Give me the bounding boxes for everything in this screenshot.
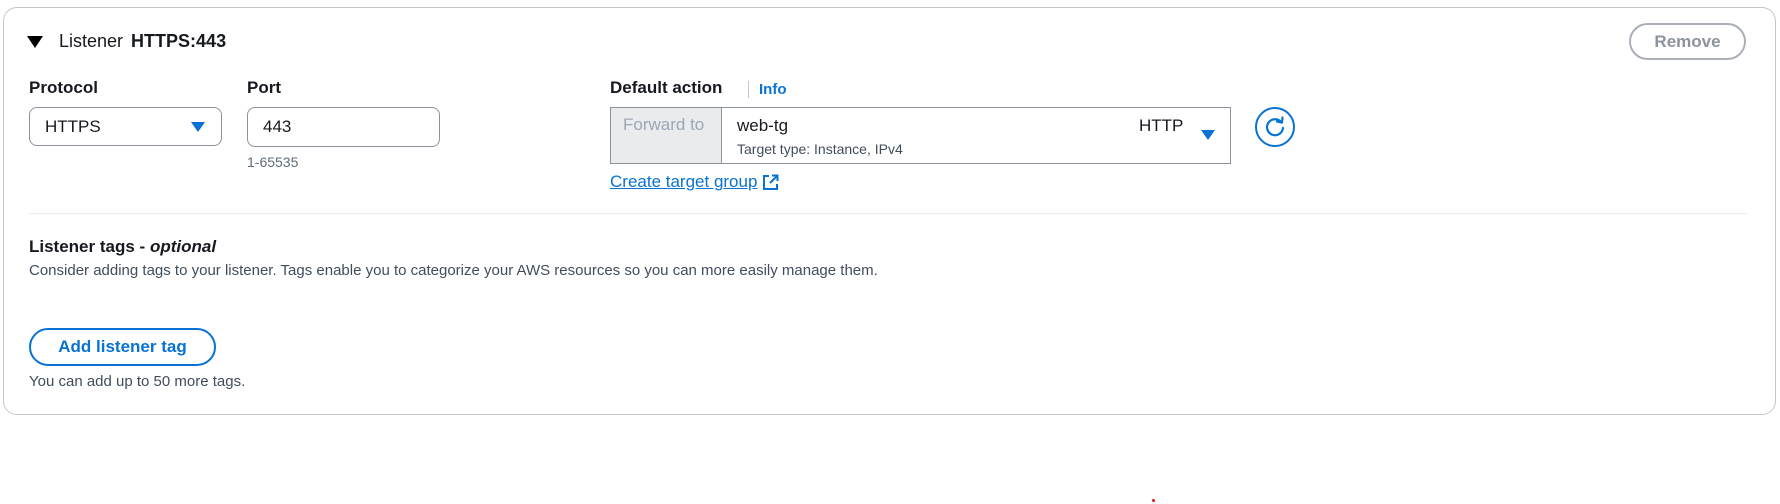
cursor-dot [1152, 499, 1155, 502]
target-group-subtitle: Target type: Instance, IPv4 [737, 141, 903, 157]
port-hint: 1-65535 [247, 154, 299, 170]
external-link-icon [762, 174, 779, 191]
port-label: Port [247, 78, 281, 97]
tags-title-text: Listener tags - [29, 237, 146, 256]
refresh-icon [1265, 116, 1285, 137]
remove-button[interactable]: Remove [1629, 23, 1746, 60]
default-action-label: Default action [610, 78, 723, 97]
caret-down-icon[interactable] [27, 35, 43, 48]
listener-label: Listener [59, 31, 124, 51]
default-action-group: Forward to web-tg Target type: Instance,… [610, 107, 1231, 164]
refresh-button[interactable] [1255, 107, 1295, 147]
listener-card [3, 7, 1776, 415]
listener-tags-title: Listener tags - optional [29, 237, 216, 257]
create-target-group-link[interactable]: Create target group [610, 172, 779, 192]
listener-header[interactable]: Listener HTTPS:443 [27, 31, 226, 52]
protocol-selected-value: HTTPS [45, 116, 101, 136]
tags-description: Consider adding tags to your listener. T… [29, 262, 878, 279]
triangle-down-icon [1201, 130, 1215, 140]
protocol-label: Protocol [29, 78, 98, 97]
forward-to-label: Forward to [611, 108, 722, 163]
tags-title-optional: optional [149, 237, 217, 256]
tags-limit-text: You can add up to 50 more tags. [29, 373, 246, 390]
target-group-select[interactable]: web-tg Target type: Instance, IPv4 HTTP [722, 108, 1230, 163]
triangle-down-icon [191, 122, 205, 132]
section-divider [29, 213, 1747, 214]
create-target-group-label: Create target group [610, 172, 758, 191]
target-group-protocol: HTTP [1139, 116, 1184, 135]
listener-value: HTTPS:443 [131, 31, 227, 51]
info-link[interactable]: Info [748, 81, 787, 98]
port-input[interactable]: 443 [247, 107, 440, 147]
port-value: 443 [263, 117, 292, 136]
protocol-select[interactable]: HTTPS [29, 107, 222, 146]
add-listener-tag-button[interactable]: Add listener tag [29, 328, 216, 366]
